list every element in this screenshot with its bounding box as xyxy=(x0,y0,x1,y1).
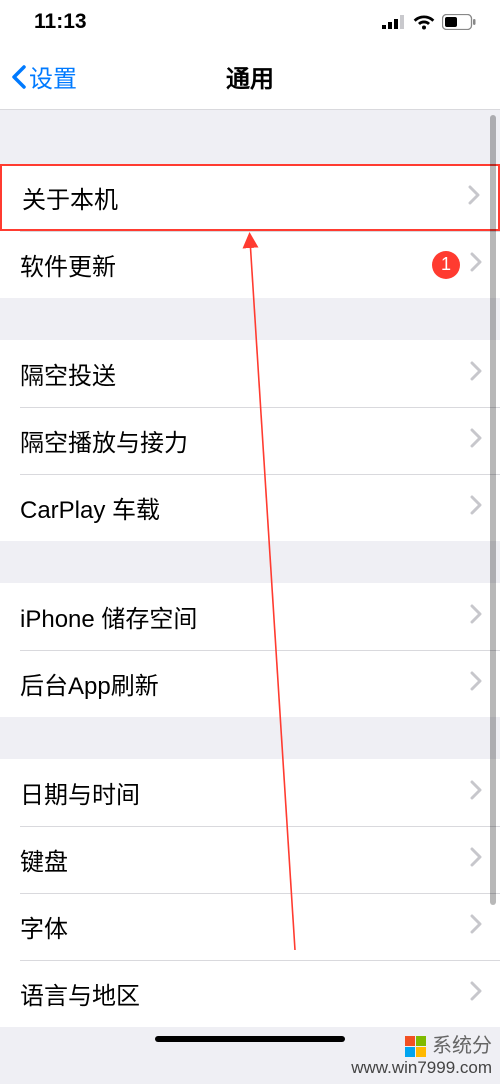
row-date-time[interactable]: 日期与时间 xyxy=(0,759,500,826)
section-spacer xyxy=(0,541,500,583)
back-label: 设置 xyxy=(29,59,77,94)
row-label: 字体 xyxy=(20,909,460,944)
chevron-right-icon xyxy=(470,427,482,455)
row-label: 语言与地区 xyxy=(20,976,460,1011)
settings-list: 关于本机软件更新1 隔空投送隔空播放与接力 CarPlay 车载 iPhone 储存空… xyxy=(0,110,500,1027)
row-iphone-storage[interactable]: iPhone 储存空间 xyxy=(0,583,500,650)
row-label: 关于本机 xyxy=(22,180,458,215)
chevron-right-icon xyxy=(470,980,482,1008)
watermark: 系统分 www.win7999.com xyxy=(351,1031,492,1078)
row-label: iPhone 储存空间 xyxy=(20,599,460,634)
nav-title: 通用 xyxy=(226,59,274,94)
row-fonts[interactable]: 字体 xyxy=(0,893,500,960)
status-icons xyxy=(382,14,476,30)
update-badge: 1 xyxy=(432,251,460,279)
chevron-right-icon xyxy=(470,670,482,698)
row-language-region[interactable]: 语言与地区 xyxy=(0,960,500,1027)
chevron-right-icon xyxy=(470,846,482,874)
row-keyboard[interactable]: 键盘 xyxy=(0,826,500,893)
watermark-brand: 系统分 xyxy=(432,1035,492,1058)
chevron-left-icon xyxy=(10,65,26,89)
row-software-update[interactable]: 软件更新1 xyxy=(0,231,500,298)
row-label: CarPlay 车载 xyxy=(20,490,460,525)
watermark-url: www.win7999.com xyxy=(351,1058,492,1078)
section-spacer xyxy=(0,717,500,759)
chevron-right-icon xyxy=(470,779,482,807)
status-time: 11:13 xyxy=(34,10,87,34)
row-airdrop[interactable]: 隔空投送 xyxy=(0,340,500,407)
row-background-app-refresh[interactable]: 后台App刷新 xyxy=(0,650,500,717)
row-label: 隔空投送 xyxy=(20,356,460,391)
nav-bar: 设置 通用 xyxy=(0,44,500,110)
scroll-indicator[interactable] xyxy=(490,115,496,905)
chevron-right-icon xyxy=(470,603,482,631)
home-indicator[interactable] xyxy=(155,1036,345,1042)
status-bar: 11:13 xyxy=(0,0,500,44)
row-label: 键盘 xyxy=(20,842,460,877)
row-label: 软件更新 xyxy=(20,247,432,282)
chevron-right-icon xyxy=(470,251,482,279)
chevron-right-icon xyxy=(468,184,480,212)
back-button[interactable]: 设置 xyxy=(0,59,77,94)
watermark-logo: 系统分 xyxy=(405,1035,492,1058)
wifi-icon xyxy=(413,14,435,30)
cellular-icon xyxy=(382,15,406,29)
row-carplay[interactable]: CarPlay 车载 xyxy=(0,474,500,541)
battery-icon xyxy=(442,14,476,30)
chevron-right-icon xyxy=(470,360,482,388)
section-spacer xyxy=(0,298,500,340)
chevron-right-icon xyxy=(470,913,482,941)
row-label: 日期与时间 xyxy=(20,775,460,810)
section-spacer xyxy=(0,110,500,164)
row-label: 隔空播放与接力 xyxy=(20,423,460,458)
chevron-right-icon xyxy=(470,494,482,522)
row-about[interactable]: 关于本机 xyxy=(0,164,500,231)
row-airplay-handoff[interactable]: 隔空播放与接力 xyxy=(0,407,500,474)
row-label: 后台App刷新 xyxy=(20,666,460,701)
